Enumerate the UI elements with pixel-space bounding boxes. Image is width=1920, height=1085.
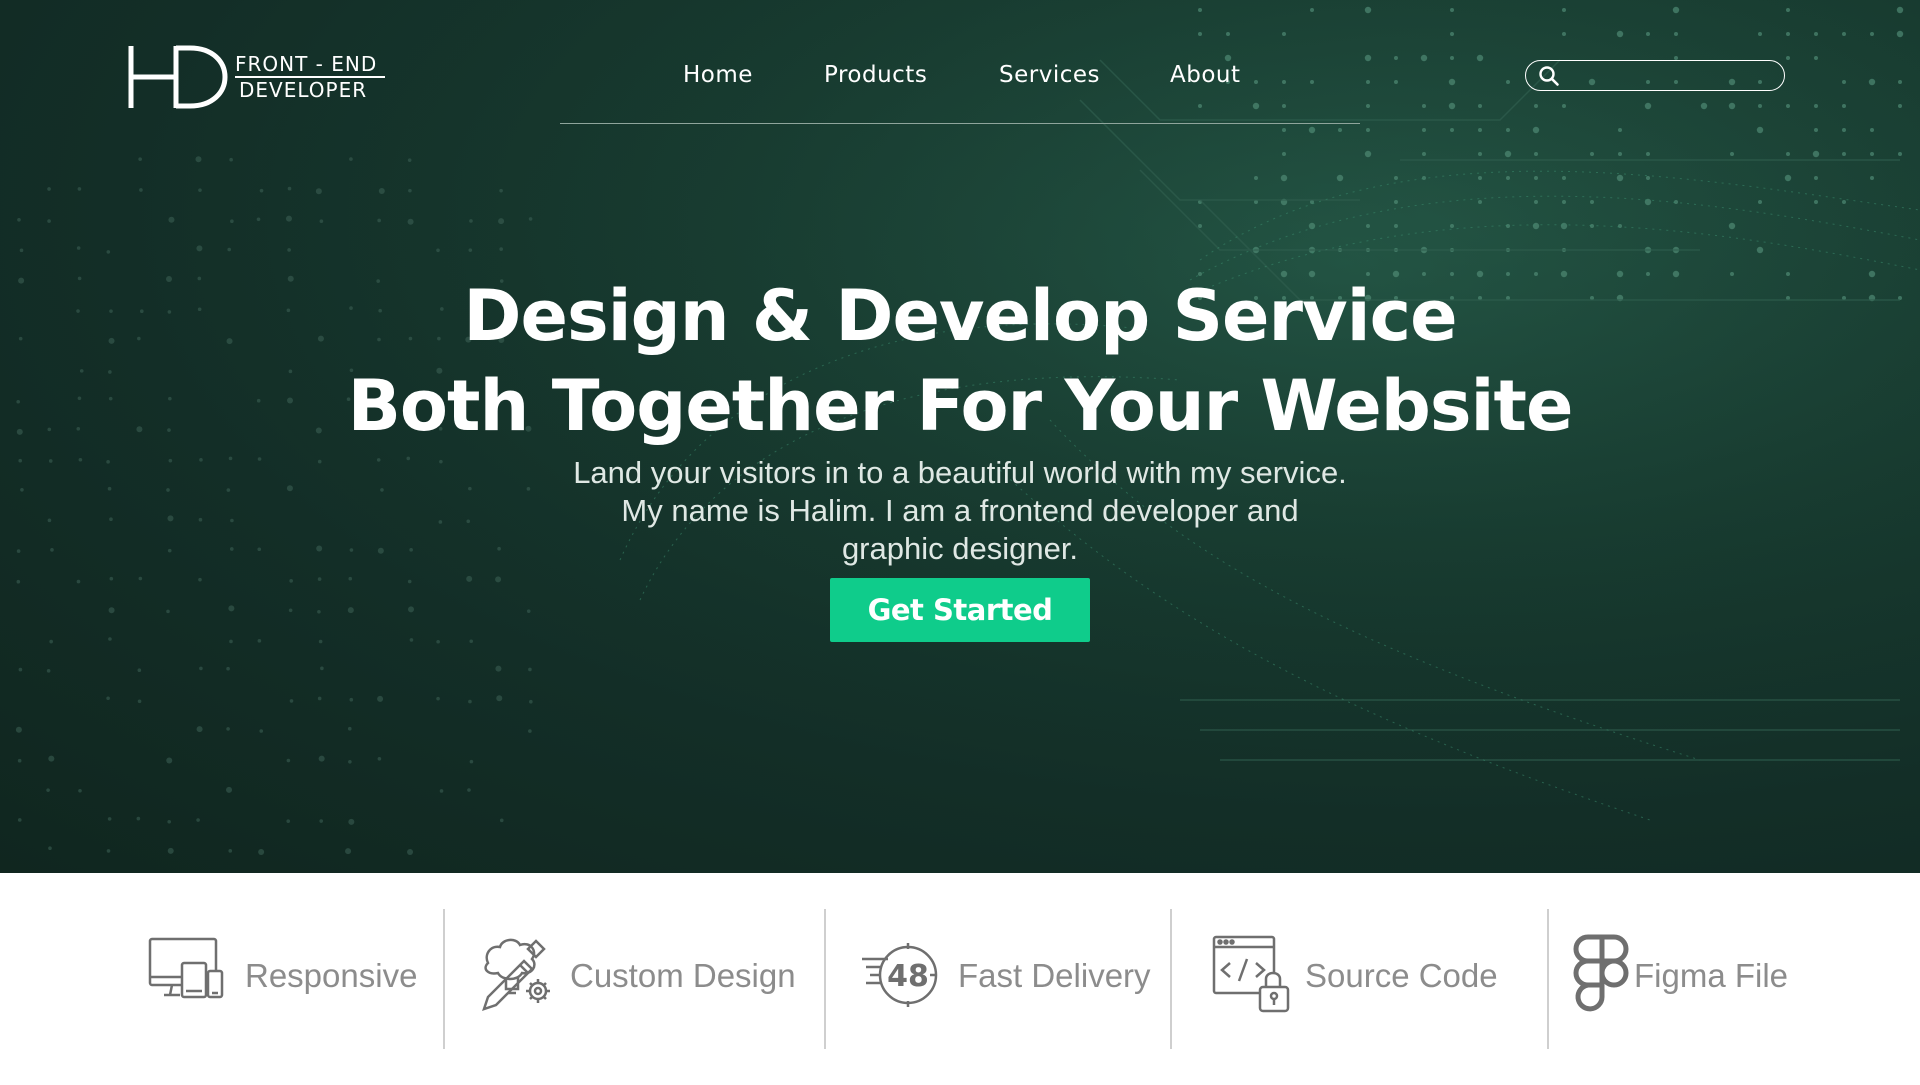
fast-delivery-icon: 48 [862, 943, 938, 1007]
feature-fast-delivery-label: Fast Delivery [958, 957, 1151, 994]
figma-icon [1573, 934, 1629, 1012]
custom-design-icon [482, 938, 550, 1011]
feature-responsive-label: Responsive [245, 957, 418, 994]
hero-headline-line2: Both Together For Your Website [347, 365, 1574, 447]
nav-home-link[interactable]: Home [683, 62, 753, 88]
brand-logo[interactable]: FRONT - END DEVELOPER [128, 44, 388, 110]
get-started-button[interactable]: Get Started [830, 578, 1090, 642]
hero-subtitle-line1: Land your visitors in to a beautiful wor… [573, 455, 1347, 490]
svg-text:48: 48 [887, 959, 929, 994]
hd-logo-mark-icon [128, 45, 228, 109]
logo-text-line1: FRONT - END [235, 52, 378, 76]
nav-about-link[interactable]: About [1170, 62, 1241, 88]
search-input[interactable] [1566, 64, 1771, 86]
feature-figma-file-label: Figma File [1634, 957, 1789, 994]
hero-section: FRONT - END DEVELOPER Home Products Serv… [0, 0, 1920, 873]
hero-subtitle-line3: graphic designer. [841, 531, 1079, 566]
nav-products-link[interactable]: Products [824, 62, 927, 88]
hero-subtitle-line2: My name is Halim. I am a frontend develo… [621, 493, 1299, 528]
logo-text-line2: DEVELOPER [239, 78, 368, 102]
feature-divider [443, 909, 445, 1049]
main-nav: Home Products Services About [560, 56, 1360, 124]
feature-divider [824, 909, 826, 1049]
search-box[interactable] [1525, 60, 1785, 91]
features-bar: Responsive Custom Design 48 Fast Deliver… [0, 873, 1920, 1085]
hero-headline-line1: Design & Develop Service [463, 275, 1457, 357]
search-icon[interactable] [1538, 65, 1560, 87]
feature-divider [1170, 909, 1172, 1049]
responsive-devices-icon [148, 937, 224, 999]
feature-source-code-label: Source Code [1305, 957, 1498, 994]
nav-services-link[interactable]: Services [999, 62, 1100, 88]
feature-custom-design-label: Custom Design [570, 957, 796, 994]
feature-divider [1547, 909, 1549, 1049]
source-code-icon [1212, 935, 1290, 1013]
